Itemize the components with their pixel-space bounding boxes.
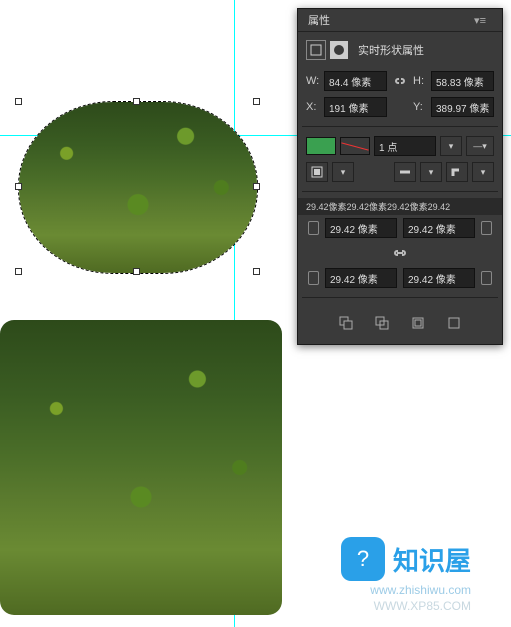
panel-footer	[298, 304, 502, 344]
corner-br-input[interactable]: 29.42 像素	[403, 268, 475, 288]
footer-icon-1[interactable]	[337, 314, 355, 332]
corner-strip: 29.42像素29.42像素29.42像素29.42	[298, 198, 502, 215]
row-stroke-options: ▾ ▾ ▾	[298, 159, 502, 185]
corner-bl-input[interactable]: 29.42 像素	[325, 268, 397, 288]
handle-tr[interactable]	[253, 98, 260, 105]
panel-tab-properties[interactable]: 属性	[298, 12, 340, 28]
stroke-swatch[interactable]	[340, 137, 370, 155]
handle-tl[interactable]	[15, 98, 22, 105]
input-height[interactable]: 58.83 像素	[431, 71, 494, 91]
handle-mr[interactable]	[253, 183, 260, 190]
handle-bl[interactable]	[15, 268, 22, 275]
properties-panel: 属性 ▾≡ 实时形状属性 W: 84.4 像素 H: 58.83 像素 X: 1…	[297, 8, 503, 345]
corner-row-bottom: 29.42 像素 29.42 像素	[298, 265, 502, 291]
jungle-fill	[19, 102, 257, 273]
corner-tr-checkbox[interactable]	[481, 221, 492, 235]
label-h: H:	[413, 75, 427, 87]
stroke-align-dropdown-icon[interactable]: ▾	[332, 162, 354, 182]
panel-tabbar: 属性 ▾≡	[298, 9, 502, 32]
stroke-weight-input[interactable]: 1 点	[374, 136, 436, 156]
watermark-title: 知识屋	[393, 541, 471, 578]
join-type-button[interactable]	[446, 162, 468, 182]
corner-link-icon[interactable]	[391, 244, 409, 262]
handle-br[interactable]	[253, 268, 260, 275]
corner-br-checkbox[interactable]	[481, 271, 492, 285]
label-y: Y:	[413, 101, 427, 113]
footer-icon-4[interactable]	[445, 314, 463, 332]
label-x: X:	[306, 101, 320, 113]
link-wh-icon[interactable]	[391, 72, 409, 90]
input-width[interactable]: 84.4 像素	[324, 71, 387, 91]
rounded-rect-shape-selected[interactable]	[18, 101, 258, 274]
join-dropdown-icon[interactable]: ▾	[472, 162, 494, 182]
watermark-sub: WWW.XP85.COM	[341, 599, 471, 613]
handle-bm[interactable]	[133, 268, 140, 275]
cap-type-button[interactable]	[394, 162, 416, 182]
panel-header: 实时形状属性	[298, 32, 502, 68]
row-fill-stroke: 1 点 ▾ —▾	[298, 133, 502, 159]
corner-link-row	[298, 241, 502, 265]
footer-icon-3[interactable]	[409, 314, 427, 332]
corner-row-top: 29.42 像素 29.42 像素	[298, 215, 502, 241]
corner-tr-input[interactable]: 29.42 像素	[403, 218, 475, 238]
rounded-rect-shape-2[interactable]	[0, 320, 282, 615]
handle-tm[interactable]	[133, 98, 140, 105]
input-x[interactable]: 191 像素	[324, 97, 387, 117]
stroke-style-dropdown[interactable]: —▾	[466, 136, 494, 156]
watermark-url: www.zhishiwu.com	[341, 583, 471, 597]
spacer	[391, 98, 409, 116]
watermark: ? 知识屋 www.zhishiwu.com WWW.XP85.COM	[341, 537, 471, 613]
live-shape-icon	[306, 40, 326, 60]
divider	[302, 126, 498, 127]
panel-menu-icon[interactable]: ▾≡	[464, 14, 496, 27]
jungle-fill-2	[0, 320, 282, 615]
label-w: W:	[306, 75, 320, 87]
panel-title: 实时形状属性	[358, 42, 424, 58]
input-y[interactable]: 389.97 像素	[431, 97, 494, 117]
corner-tl-input[interactable]: 29.42 像素	[325, 218, 397, 238]
divider-3	[302, 297, 498, 298]
divider-2	[302, 191, 498, 192]
corner-strip-text: 29.42像素29.42像素29.42像素29.42	[306, 200, 450, 213]
footer-icon-2[interactable]	[373, 314, 391, 332]
corner-bl-checkbox[interactable]	[308, 271, 319, 285]
handle-ml[interactable]	[15, 183, 22, 190]
watermark-icon: ?	[341, 537, 385, 581]
row-size: W: 84.4 像素 H: 58.83 像素	[298, 68, 502, 94]
cap-dropdown-icon[interactable]: ▾	[420, 162, 442, 182]
fill-swatch[interactable]	[306, 137, 336, 155]
stroke-weight-dropdown-icon[interactable]: ▾	[440, 136, 462, 156]
row-position: X: 191 像素 Y: 389.97 像素	[298, 94, 502, 120]
stroke-align-inside[interactable]	[306, 162, 328, 182]
mask-icon	[330, 41, 348, 59]
corner-tl-checkbox[interactable]	[308, 221, 319, 235]
